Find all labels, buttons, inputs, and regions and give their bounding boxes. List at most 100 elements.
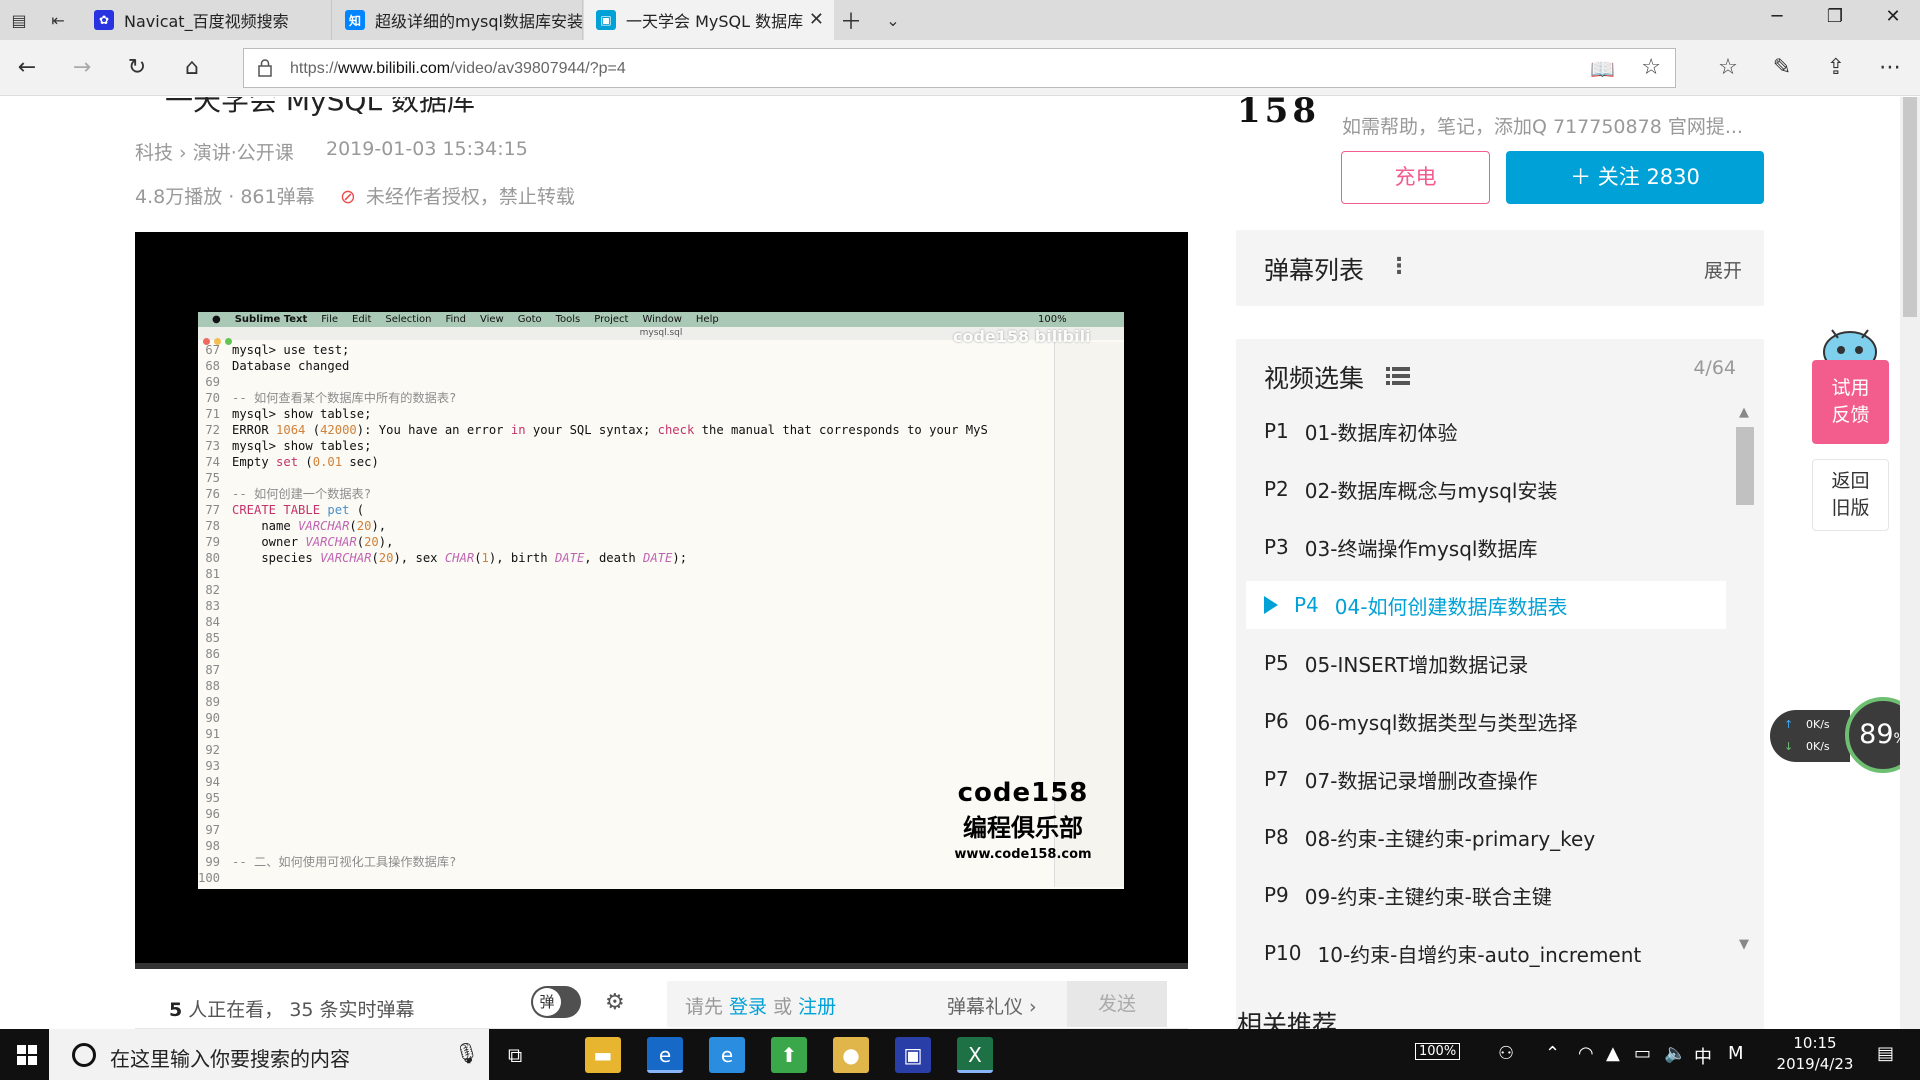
login-link[interactable]: 登录 — [729, 996, 767, 1018]
episode-item[interactable]: P1 01-数据库初体验 — [1246, 407, 1726, 455]
register-link[interactable]: 注册 — [798, 996, 836, 1018]
ime-mode-indicator[interactable]: M — [1728, 1043, 1744, 1064]
forward-icon[interactable]: → — [67, 54, 97, 82]
episode-name: 01-数据库初体验 — [1304, 420, 1458, 445]
edge-browser-icon[interactable]: e — [647, 1037, 683, 1073]
yellow-app-icon[interactable]: ● — [833, 1037, 869, 1073]
excel-icon[interactable]: X — [957, 1037, 993, 1073]
favorites-hub-icon[interactable]: ☆ — [1713, 54, 1743, 82]
episode-name: 06-mysql数据类型与类型选择 — [1304, 710, 1578, 735]
tray-app-icon[interactable]: ▲ — [1606, 1043, 1620, 1064]
notifications-icon[interactable]: ▤ — [1877, 1043, 1894, 1064]
charge-button[interactable]: 充电 — [1341, 151, 1490, 204]
close-tab-icon[interactable]: ✕ — [809, 9, 824, 30]
reading-view-icon[interactable]: 📖 — [1590, 57, 1615, 81]
code-line: 89 — [198, 694, 1048, 710]
login-hint: 请先 登录 或 注册 — [685, 996, 837, 1018]
episode-item[interactable]: P7 07-数据记录增删改查操作 — [1246, 755, 1726, 803]
save-disk-icon[interactable]: ▣ — [895, 1037, 931, 1073]
uploader-desc: 如需帮助，笔记，添加Q 717750878 官网提... — [1342, 116, 1743, 138]
menu-item: Window — [642, 314, 682, 325]
episode-number: P8 — [1264, 825, 1289, 849]
wifi-icon[interactable]: ◠ — [1578, 1043, 1594, 1064]
danmaku-settings-icon[interactable]: ⚙ — [605, 990, 639, 1016]
send-button[interactable]: 发送 — [1067, 981, 1167, 1027]
line-number: 90 — [205, 711, 220, 725]
volume-icon[interactable]: 🔈 — [1664, 1043, 1686, 1064]
category-sub-link[interactable]: 演讲·公开课 — [193, 142, 294, 164]
page-content: 一天学会 MySQL 数据库 科技 › 演讲·公开课 2019-01-03 15… — [0, 97, 1920, 1029]
viewer-count: 5 人正在看， 35 条实时弹幕 — [169, 999, 415, 1021]
video-player[interactable]: ● Sublime Text File Edit Selection Find … — [135, 232, 1188, 969]
back-icon[interactable]: ← — [12, 54, 42, 82]
episode-item[interactable]: P5 05-INSERT增加数据记录 — [1246, 639, 1726, 687]
danmaku-etiquette-link[interactable]: 弹幕礼仪 › — [947, 992, 1037, 1019]
new-tab-icon[interactable]: ＋ — [840, 10, 862, 35]
episode-item[interactable]: P9 09-约束-主键约束-联合主键 — [1246, 871, 1726, 919]
internet-explorer-icon[interactable]: e — [709, 1037, 745, 1073]
code-line: 70 -- 如何查看某个数据库中所有的数据表? — [198, 390, 1048, 406]
share-icon[interactable]: ⇪ — [1821, 54, 1851, 82]
system-clock[interactable]: 10:15 2019/4/23 — [1770, 1033, 1860, 1075]
page-scroll-thumb[interactable] — [1903, 97, 1917, 317]
microphone-icon[interactable]: 🎙 — [454, 1041, 479, 1065]
tab-actions-icon[interactable]: ▤ — [8, 10, 30, 30]
chevron-down-icon[interactable]: ⌄ — [882, 10, 904, 30]
home-icon[interactable]: ⌂ — [177, 54, 207, 82]
file-explorer-icon[interactable]: ▬ — [585, 1037, 621, 1073]
danmaku-list-panel[interactable]: 弹幕列表 ⋮ 展开 — [1236, 230, 1764, 306]
people-icon[interactable]: ⚇ — [1498, 1043, 1514, 1064]
network-monitor-widget[interactable]: ↑ 0K/s ↓ 0K/s 89% — [1770, 697, 1920, 775]
episode-scrollbar[interactable]: ▲ ▼ — [1734, 405, 1756, 953]
episode-item[interactable]: P2 02-数据库概念与mysql安装 — [1246, 465, 1726, 513]
episode-scroll-thumb[interactable] — [1736, 427, 1754, 505]
line-number: 98 — [205, 839, 220, 853]
tab-title: 超级详细的mysql数据库安装 — [375, 12, 583, 31]
green-app-icon[interactable]: ⬆ — [771, 1037, 807, 1073]
line-number: 72 — [205, 423, 220, 437]
taskbar-search[interactable]: 在这里输入你要搜索的内容 🎙 — [49, 1029, 489, 1080]
favorite-star-icon[interactable]: ☆ — [1641, 55, 1661, 80]
category-main-link[interactable]: 科技 — [135, 142, 173, 164]
code-line: 75 — [198, 470, 1048, 486]
episode-item[interactable]: P6 06-mysql数据类型与类型选择 — [1246, 697, 1726, 745]
refresh-icon[interactable]: ↻ — [122, 54, 152, 82]
tab-baidu[interactable]: ✿ Navicat_百度视频搜索 — [82, 0, 332, 40]
menu-item: Edit — [352, 314, 372, 325]
more-menu-icon[interactable]: ⋯ — [1875, 54, 1905, 82]
danmaku-input[interactable]: 请先 登录 或 注册 弹幕礼仪 › 发送 — [667, 981, 1167, 1027]
tray-chat-icon[interactable]: ▭ — [1634, 1043, 1651, 1064]
danmaku-toggle[interactable]: 弹 — [531, 986, 581, 1018]
uploader-logo[interactable]: 158 — [1237, 97, 1320, 131]
episode-item[interactable]: P8 08-约束-主键约束-primary_key — [1246, 813, 1726, 861]
url-field[interactable]: https://www.bilibili.com/video/av3980794… — [243, 48, 1676, 88]
more-vertical-icon[interactable]: ⋮ — [1388, 254, 1410, 279]
close-window-icon[interactable]: ✕ — [1878, 6, 1908, 27]
tab-bilibili[interactable]: ▣ 一天学会 MySQL 数据库 ✕ — [584, 0, 834, 40]
episode-number: P1 — [1264, 419, 1289, 443]
code-text: -- 如何创建一个数据表? — [232, 487, 372, 501]
expand-button[interactable]: 展开 — [1704, 256, 1742, 283]
code-text: name VARCHAR(20), — [232, 519, 387, 533]
old-version-button[interactable]: 返回 旧版 — [1812, 459, 1889, 531]
minimize-icon[interactable]: ─ — [1762, 6, 1792, 27]
windows-start-icon[interactable] — [17, 1045, 37, 1065]
list-icon[interactable] — [1386, 367, 1410, 385]
ime-indicator[interactable]: 中 — [1694, 1043, 1712, 1069]
battery-indicator[interactable]: 100% — [1415, 1043, 1461, 1060]
tab-zhihu[interactable]: 知 超级详细的mysql数据库安装 — [333, 0, 583, 40]
chevron-up-icon[interactable]: ⌃ — [1545, 1043, 1560, 1064]
web-note-icon[interactable]: ✎ — [1767, 54, 1797, 82]
episode-item[interactable]: P3 03-终端操作mysql数据库 — [1246, 523, 1726, 571]
tabs-aside-icon[interactable]: ⇤ — [47, 10, 69, 30]
follow-button[interactable]: ＋ 关注 2830 — [1506, 151, 1764, 204]
publish-date: 2019-01-03 15:34:15 — [326, 138, 528, 160]
episode-item[interactable]: P4 04-如何创建数据库数据表 — [1246, 581, 1726, 629]
maximize-icon[interactable]: ❐ — [1820, 6, 1850, 27]
page-scrollbar[interactable] — [1900, 97, 1920, 1029]
line-number: 94 — [205, 775, 220, 789]
line-number: 69 — [205, 375, 220, 389]
task-view-icon[interactable]: ⧉ — [508, 1043, 522, 1067]
episode-item[interactable]: P10 10-约束-自增约束-auto_increment — [1246, 929, 1726, 977]
feedback-button[interactable]: 试用 反馈 — [1812, 360, 1889, 444]
